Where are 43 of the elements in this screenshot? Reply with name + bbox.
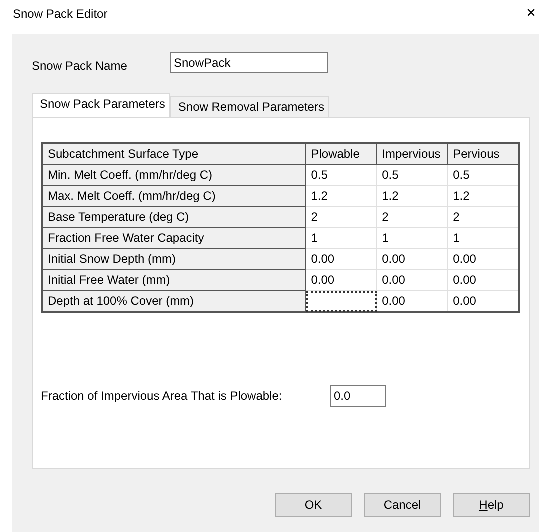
name-field[interactable]: SnowPack [170,52,328,73]
table-cell[interactable]: 2 [448,206,519,228]
table-cell[interactable]: 0.00 [306,248,377,270]
table-cell[interactable]: 0.00 [376,270,448,290]
table-cell[interactable] [306,290,377,312]
field-label: Fraction of Impervious Area That is Plowable: [41,389,284,403]
table-cell[interactable]: 0.5 [376,164,448,186]
table-cell[interactable]: 2 [306,206,377,228]
table-cell[interactable]: 1 [376,228,448,248]
table-cell[interactable]: 0.00 [376,290,448,312]
column-header: Plowable [306,143,377,164]
table-cell[interactable]: 1.2 [448,186,519,206]
row-header: Fraction Free Water Capacity [42,228,306,248]
table-cell[interactable]: 1 [448,228,519,248]
dialog-button[interactable]: OK [275,493,352,517]
table-cell[interactable]: 0.00 [448,248,519,270]
column-header: Impervious [376,143,448,164]
tab[interactable]: Snow Pack Parameters [32,93,170,117]
table-cell[interactable]: 1.2 [376,186,448,206]
table-cell[interactable]: 0.5 [448,164,519,186]
dialog-button[interactable]: Cancel [364,493,441,517]
fraction-field[interactable]: 0.0 [330,385,386,407]
table-cell[interactable]: 0.00 [376,248,448,270]
column-header: Pervious [448,143,519,164]
row-header: Max. Melt Coeff. (mm/hr/deg C) [42,186,306,206]
table-cell[interactable]: 0.00 [448,270,519,290]
field-label: Snow Pack Name [32,58,128,72]
row-header: Base Temperature (deg C) [42,206,306,228]
table-cell[interactable]: 1.2 [306,186,377,206]
column-header: Subcatchment Surface Type [42,143,306,164]
close-button[interactable]: × [526,5,536,23]
row-header: Initial Free Water (mm) [42,270,306,290]
table-cell[interactable]: 0.00 [306,270,377,290]
row-header: Initial Snow Depth (mm) [42,248,306,270]
table-cell[interactable]: 0.00 [448,290,519,312]
table-cell[interactable]: 1 [306,228,377,248]
row-header: Depth at 100% Cover (mm) [42,290,306,312]
dialog-button[interactable]: Help [453,493,530,517]
row-header: Min. Melt Coeff. (mm/hr/deg C) [42,164,306,186]
tab[interactable]: Snow Removal Parameters [170,96,330,117]
window-title: Snow Pack Editor [13,7,108,21]
table-cell[interactable]: 0.5 [306,164,377,186]
table-cell[interactable]: 2 [376,206,448,228]
